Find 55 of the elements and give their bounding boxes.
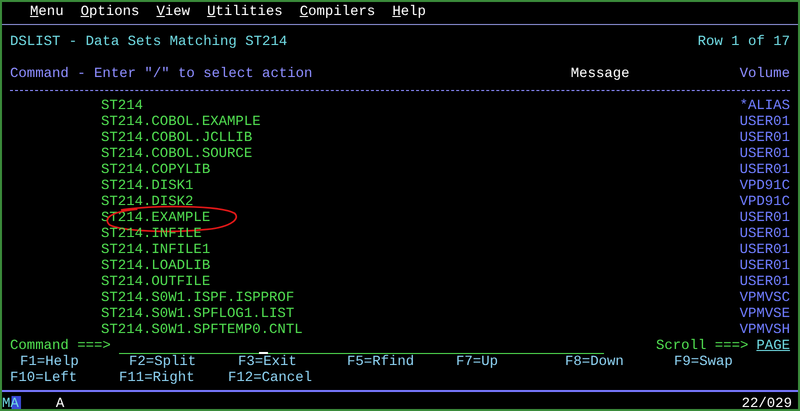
- volume-cell: VPMVSH: [740, 322, 790, 338]
- volume-cell: VPD91C: [740, 194, 790, 210]
- function-key[interactable]: F11=Right: [119, 370, 228, 386]
- cursor-position: 22/029: [742, 396, 792, 409]
- dataset-name[interactable]: ST214.S0W1.SPFLOG1.LIST: [101, 306, 294, 322]
- volume-cell: USER01: [740, 258, 790, 274]
- function-key[interactable]: F10=Left: [10, 370, 119, 386]
- panel-title: DSLIST - Data Sets Matching ST214: [10, 34, 288, 50]
- volume-cell: VPD91C: [740, 178, 790, 194]
- dataset-name[interactable]: ST214: [101, 98, 144, 114]
- function-key[interactable]: F8=Down: [565, 354, 674, 370]
- menu-item[interactable]: View: [156, 2, 190, 24]
- dataset-name[interactable]: ST214.COBOL.EXAMPLE: [101, 114, 261, 130]
- volume-cell: USER01: [740, 162, 790, 178]
- dataset-name[interactable]: ST214.COBOL.JCLLIB: [101, 130, 252, 146]
- function-key[interactable]: F9=Swap: [674, 354, 783, 370]
- dataset-name[interactable]: ST214.OUTFILE: [101, 274, 210, 290]
- menu-item[interactable]: Utilities: [207, 2, 283, 24]
- volume-cell: USER01: [740, 146, 790, 162]
- menu-item[interactable]: Help: [392, 2, 426, 24]
- dataset-name[interactable]: ST214.INFILE: [101, 226, 202, 242]
- menu-item[interactable]: Menu: [30, 2, 64, 24]
- scroll-label: Scroll ===>: [656, 338, 748, 354]
- dataset-name[interactable]: ST214.LOADLIB: [101, 258, 210, 274]
- function-key[interactable]: F5=Rfind: [347, 354, 456, 370]
- dataset-name[interactable]: ST214.S0W1.ISPF.ISPPROF: [101, 290, 294, 306]
- volume-cell: USER01: [740, 226, 790, 242]
- menu-item[interactable]: Options: [80, 2, 140, 24]
- function-key[interactable]: F12=Cancel: [228, 370, 337, 386]
- volume-cell: USER01: [740, 114, 790, 130]
- dataset-name[interactable]: ST214.DISK1: [101, 178, 194, 194]
- menu-item[interactable]: Compilers: [300, 2, 376, 24]
- function-key[interactable]: F2=Split: [129, 354, 238, 370]
- row-counter: Row 1 of 17: [698, 34, 790, 50]
- volume-cell: VPMVSE: [740, 306, 790, 322]
- volume-cell: USER01: [740, 274, 790, 290]
- message-header: Message: [570, 66, 630, 82]
- volume-cell: USER01: [740, 242, 790, 258]
- command-label: Command ===>: [10, 338, 111, 354]
- input-mode: A: [56, 396, 64, 409]
- volume-cell: VPMVSC: [740, 290, 790, 306]
- function-key[interactable]: F1=Help: [20, 354, 129, 370]
- dataset-name[interactable]: ST214.INFILE1: [101, 242, 210, 258]
- command-instruction: Command - Enter "/" to select action: [10, 66, 312, 82]
- volume-header: Volume: [740, 66, 790, 82]
- dataset-name[interactable]: ST214.DISK2: [101, 194, 194, 210]
- dataset-name[interactable]: ST214.COPYLIB: [101, 162, 210, 178]
- dataset-name[interactable]: ST214.S0W1.SPFTEMP0.CNTL: [101, 322, 303, 338]
- volume-cell: *ALIAS: [740, 98, 790, 114]
- volume-cell: USER01: [740, 210, 790, 226]
- function-key[interactable]: F3=Exit: [238, 354, 347, 370]
- scroll-field[interactable]: PAGE: [756, 338, 790, 354]
- function-key[interactable]: F7=Up: [456, 354, 565, 370]
- volume-cell: USER01: [740, 130, 790, 146]
- dataset-name[interactable]: ST214.COBOL.SOURCE: [101, 146, 252, 162]
